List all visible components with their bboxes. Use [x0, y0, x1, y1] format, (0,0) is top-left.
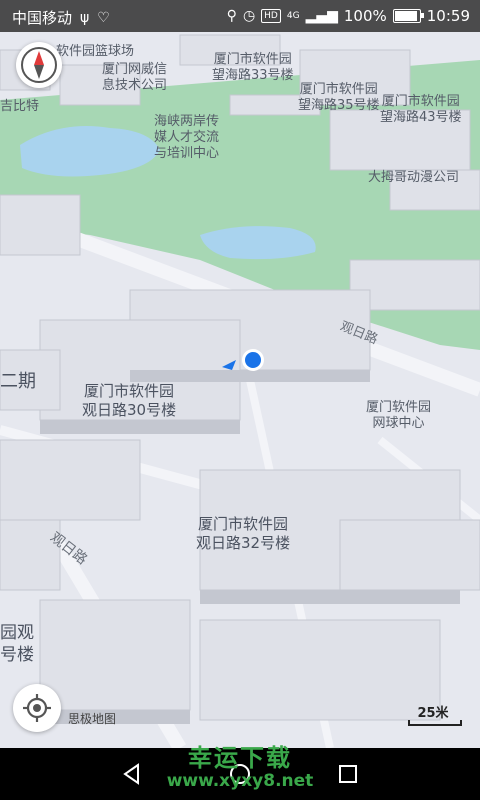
locate-button[interactable] — [13, 684, 61, 732]
signal-icon: ▂▄▆ — [305, 8, 338, 24]
battery-percent: 100% — [343, 7, 387, 25]
hd-badge: HD — [261, 9, 281, 23]
poi-label[interactable]: 厦门市软件园 望海路33号楼 — [212, 52, 294, 84]
status-bar: 中国移动 ψ ♡ ⚲ ◷ HD 4G ▂▄▆ 100% 10:59 — [0, 0, 480, 32]
poi-label[interactable]: 厦门网威信 息技术公司 — [102, 62, 167, 94]
compass-button[interactable] — [16, 42, 62, 88]
current-location-dot — [245, 352, 261, 368]
poi-label[interactable]: 海峡两岸传 媒人才交流 与培训中心 — [154, 114, 219, 162]
poi-label[interactable]: 吉比特 — [0, 99, 39, 115]
scale-label: 25米 — [417, 706, 449, 721]
poi-label[interactable]: 厦门市软件园 望海路43号楼 — [380, 94, 462, 126]
alarm-icon: ◷ — [242, 8, 256, 24]
compass-icon — [21, 47, 57, 83]
poi-label[interactable]: 园观 号楼 — [0, 622, 34, 666]
watermark-url: www.xyxy8.net — [166, 771, 314, 791]
poi-label[interactable]: 厦门市软件园 望海路35号楼 — [298, 82, 380, 114]
scale-bar — [408, 720, 462, 726]
location-pin-icon: ⚲ — [226, 8, 237, 24]
clock-label: 10:59 — [426, 7, 470, 25]
poi-label[interactable]: 厦门软件园 网球中心 — [366, 400, 431, 432]
poi-label[interactable]: 大拇哥动漫公司 — [368, 170, 459, 186]
poi-label[interactable]: 二期 — [0, 372, 36, 391]
poi-label[interactable]: 软件园篮球场 — [56, 44, 134, 60]
battery-icon — [392, 9, 424, 23]
heart-monitor-icon: ♡ — [97, 9, 110, 26]
usb-icon: ψ — [80, 9, 90, 26]
locate-icon — [23, 694, 51, 722]
network-type-label: 4G — [286, 11, 300, 21]
carrier-label: 中国移动 — [12, 9, 73, 27]
poi-label[interactable]: 厦门市软件园 观日路30号楼 — [82, 382, 176, 420]
watermark-title: 幸运下载 — [188, 744, 292, 772]
poi-label[interactable]: 厦门市软件园 观日路32号楼 — [196, 515, 290, 553]
map-view[interactable]: 厦门市软件园 望海路33号楼 厦门网威信 息技术公司 软件园篮球场 吉比特 海峡… — [0, 0, 480, 748]
map-brand-label: 思极地图 — [68, 712, 117, 726]
watermark: 幸运下载 www.xyxy8.net — [0, 738, 480, 791]
